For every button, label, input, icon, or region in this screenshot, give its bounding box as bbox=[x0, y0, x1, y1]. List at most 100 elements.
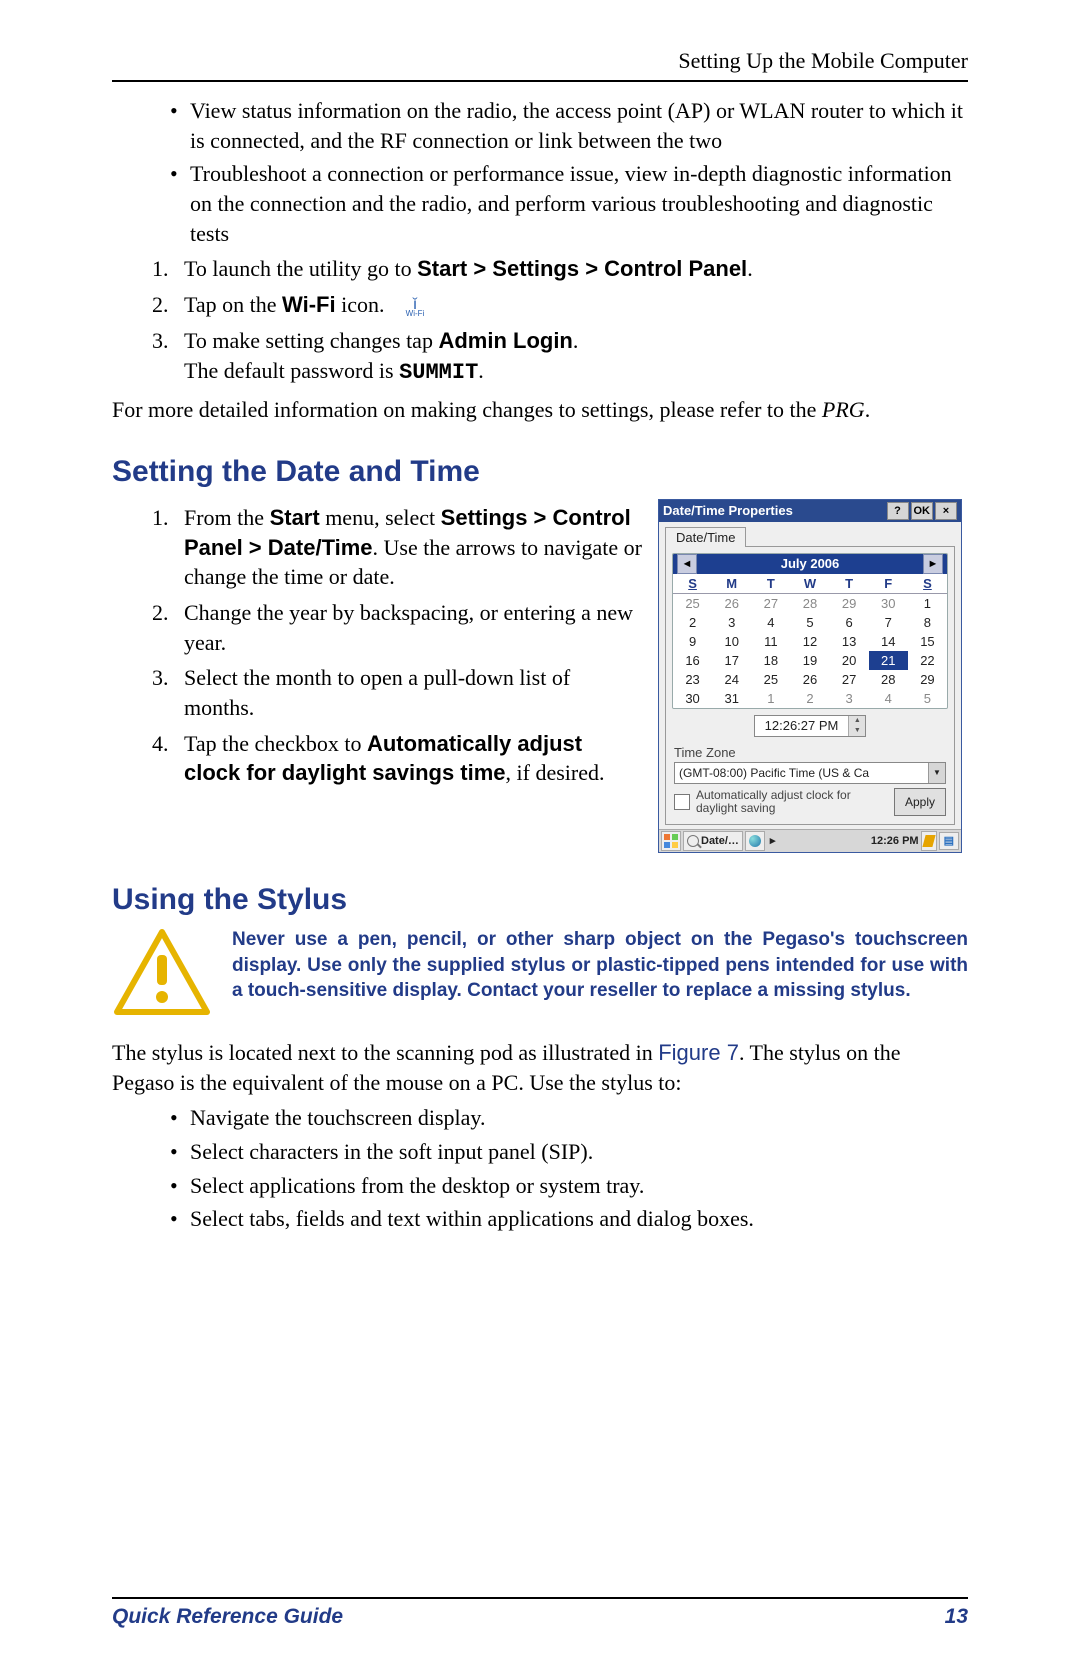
calendar-day[interactable]: 6 bbox=[830, 613, 869, 632]
calendar-day[interactable]: 8 bbox=[908, 613, 947, 632]
calendar-day[interactable]: 13 bbox=[830, 632, 869, 651]
calendar-day[interactable]: 27 bbox=[751, 593, 790, 613]
prev-month-button[interactable]: ◄ bbox=[677, 554, 697, 574]
taskbar-clock[interactable]: 12:26 PM bbox=[871, 835, 919, 847]
more-info: For more detailed information on making … bbox=[112, 395, 968, 425]
calendar-day[interactable]: 3 bbox=[712, 613, 751, 632]
calendar-day[interactable]: 4 bbox=[751, 613, 790, 632]
dst-label: Automatically adjust clock for daylight … bbox=[696, 789, 888, 815]
pen-icon bbox=[922, 835, 935, 847]
step1-path: Start > Settings > Control Panel bbox=[417, 256, 747, 281]
calendar-dow: W bbox=[790, 574, 829, 594]
stylus-bullet-list: Navigate the touchscreen display.Select … bbox=[112, 1103, 968, 1234]
warning-text: Never use a pen, pencil, or other sharp … bbox=[232, 927, 968, 1004]
tray-separator: ▸ bbox=[767, 832, 779, 850]
tab-datetime[interactable]: Date/Time bbox=[665, 527, 746, 547]
calendar-day[interactable]: 14 bbox=[869, 632, 908, 651]
magnifier-icon bbox=[687, 835, 699, 847]
start-button[interactable] bbox=[661, 831, 681, 851]
calendar-day[interactable]: 5 bbox=[790, 613, 829, 632]
stylus-intro: The stylus is located next to the scanni… bbox=[112, 1038, 968, 1097]
datetime-window: Date/Time Properties ? OK × Date/Time ◄ … bbox=[658, 499, 962, 853]
calendar-day[interactable]: 30 bbox=[673, 689, 712, 708]
warning-icon bbox=[112, 927, 212, 1022]
calendar-day[interactable]: 7 bbox=[869, 613, 908, 632]
figure-link[interactable]: Figure 7 bbox=[658, 1040, 739, 1065]
calendar-day[interactable]: 23 bbox=[673, 670, 712, 689]
list-item: Troubleshoot a connection or performance… bbox=[170, 159, 968, 248]
step2-post: icon. bbox=[336, 292, 385, 317]
calendar-day[interactable]: 1 bbox=[908, 593, 947, 613]
calendar-month[interactable]: July 2006 bbox=[701, 556, 919, 571]
calendar-day[interactable]: 31 bbox=[712, 689, 751, 708]
calendar-day[interactable]: 29 bbox=[908, 670, 947, 689]
calendar-day[interactable]: 5 bbox=[908, 689, 947, 708]
page-footer: Quick Reference Guide 13 bbox=[112, 1597, 968, 1629]
calendar-dow: F bbox=[869, 574, 908, 594]
calendar-day[interactable]: 28 bbox=[790, 593, 829, 613]
calendar-day[interactable]: 16 bbox=[673, 651, 712, 670]
calendar-day[interactable]: 25 bbox=[751, 670, 790, 689]
calendar-dow: M bbox=[712, 574, 751, 594]
date-step-3: Select the month to open a pull-down lis… bbox=[174, 663, 642, 722]
calendar-day[interactable]: 1 bbox=[751, 689, 790, 708]
calendar-day[interactable]: 4 bbox=[869, 689, 908, 708]
windows-flag-icon bbox=[664, 834, 678, 848]
footer-guide: Quick Reference Guide bbox=[112, 1605, 343, 1629]
page-header: Setting Up the Mobile Computer bbox=[112, 48, 968, 82]
time-value[interactable]: 12:26:27 PM bbox=[755, 716, 849, 736]
taskbar-app[interactable]: Date/… bbox=[683, 831, 743, 851]
heading-stylus: Using the Stylus bbox=[112, 883, 968, 917]
calendar-day[interactable]: 11 bbox=[751, 632, 790, 651]
calendar-day[interactable]: 26 bbox=[712, 593, 751, 613]
ok-button[interactable]: OK bbox=[911, 502, 934, 520]
calendar-day[interactable]: 21 bbox=[869, 651, 908, 670]
close-button[interactable]: × bbox=[935, 502, 957, 520]
calendar-day[interactable]: 26 bbox=[790, 670, 829, 689]
calendar-dow: S bbox=[908, 574, 947, 594]
time-input[interactable]: 12:26:27 PM ▲▼ bbox=[754, 715, 867, 737]
calendar-day[interactable]: 3 bbox=[830, 689, 869, 708]
calendar-day[interactable]: 24 bbox=[712, 670, 751, 689]
timezone-select[interactable]: (GMT-08:00) Pacific Time (US & Ca ▼ bbox=[674, 762, 946, 784]
calendar-day[interactable]: 28 bbox=[869, 670, 908, 689]
step2-bold: Wi-Fi bbox=[282, 292, 336, 317]
next-month-button[interactable]: ► bbox=[923, 554, 943, 574]
tray-network[interactable] bbox=[745, 831, 765, 851]
calendar-day[interactable]: 18 bbox=[751, 651, 790, 670]
list-item: Select tabs, fields and text within appl… bbox=[170, 1204, 968, 1234]
time-spinner[interactable]: ▲▼ bbox=[848, 716, 865, 736]
step3-code: SUMMIT bbox=[399, 360, 478, 385]
calendar-day[interactable]: 27 bbox=[830, 670, 869, 689]
date-step-2: Change the year by backspacing, or enter… bbox=[174, 598, 642, 657]
timezone-label: Time Zone bbox=[674, 745, 948, 760]
heading-date-time: Setting the Date and Time bbox=[112, 455, 968, 489]
calendar-day[interactable]: 20 bbox=[830, 651, 869, 670]
calendar-day[interactable]: 2 bbox=[790, 689, 829, 708]
date-steps: From the Start menu, select Settings > C… bbox=[112, 503, 642, 788]
calendar-day[interactable]: 12 bbox=[790, 632, 829, 651]
help-button[interactable]: ? bbox=[887, 502, 909, 520]
calendar-day[interactable]: 10 bbox=[712, 632, 751, 651]
tray-desktop[interactable]: ▤ bbox=[939, 832, 959, 850]
calendar-day[interactable]: 17 bbox=[712, 651, 751, 670]
calendar-day[interactable]: 15 bbox=[908, 632, 947, 651]
calendar-day[interactable]: 29 bbox=[830, 593, 869, 613]
calendar-day[interactable]: 19 bbox=[790, 651, 829, 670]
calendar-grid[interactable]: SMTWTFS252627282930123456789101112131415… bbox=[673, 574, 947, 708]
dst-checkbox[interactable] bbox=[674, 794, 690, 810]
apply-button[interactable]: Apply bbox=[894, 788, 946, 816]
wifi-icon: ǐ Wi-Fi bbox=[401, 300, 429, 318]
calendar-day[interactable]: 2 bbox=[673, 613, 712, 632]
step3-line2-post: . bbox=[478, 358, 484, 383]
step3-bold: Admin Login bbox=[438, 328, 572, 353]
calendar-day[interactable]: 9 bbox=[673, 632, 712, 651]
calendar-day[interactable]: 30 bbox=[869, 593, 908, 613]
tray-sip[interactable] bbox=[921, 831, 937, 851]
calendar-day[interactable]: 22 bbox=[908, 651, 947, 670]
desktop-icon: ▤ bbox=[944, 834, 954, 847]
dropdown-arrow-icon[interactable]: ▼ bbox=[928, 763, 945, 783]
step1-text: To launch the utility go to bbox=[184, 256, 417, 281]
warning-block: Never use a pen, pencil, or other sharp … bbox=[112, 927, 968, 1022]
calendar-day[interactable]: 25 bbox=[673, 593, 712, 613]
